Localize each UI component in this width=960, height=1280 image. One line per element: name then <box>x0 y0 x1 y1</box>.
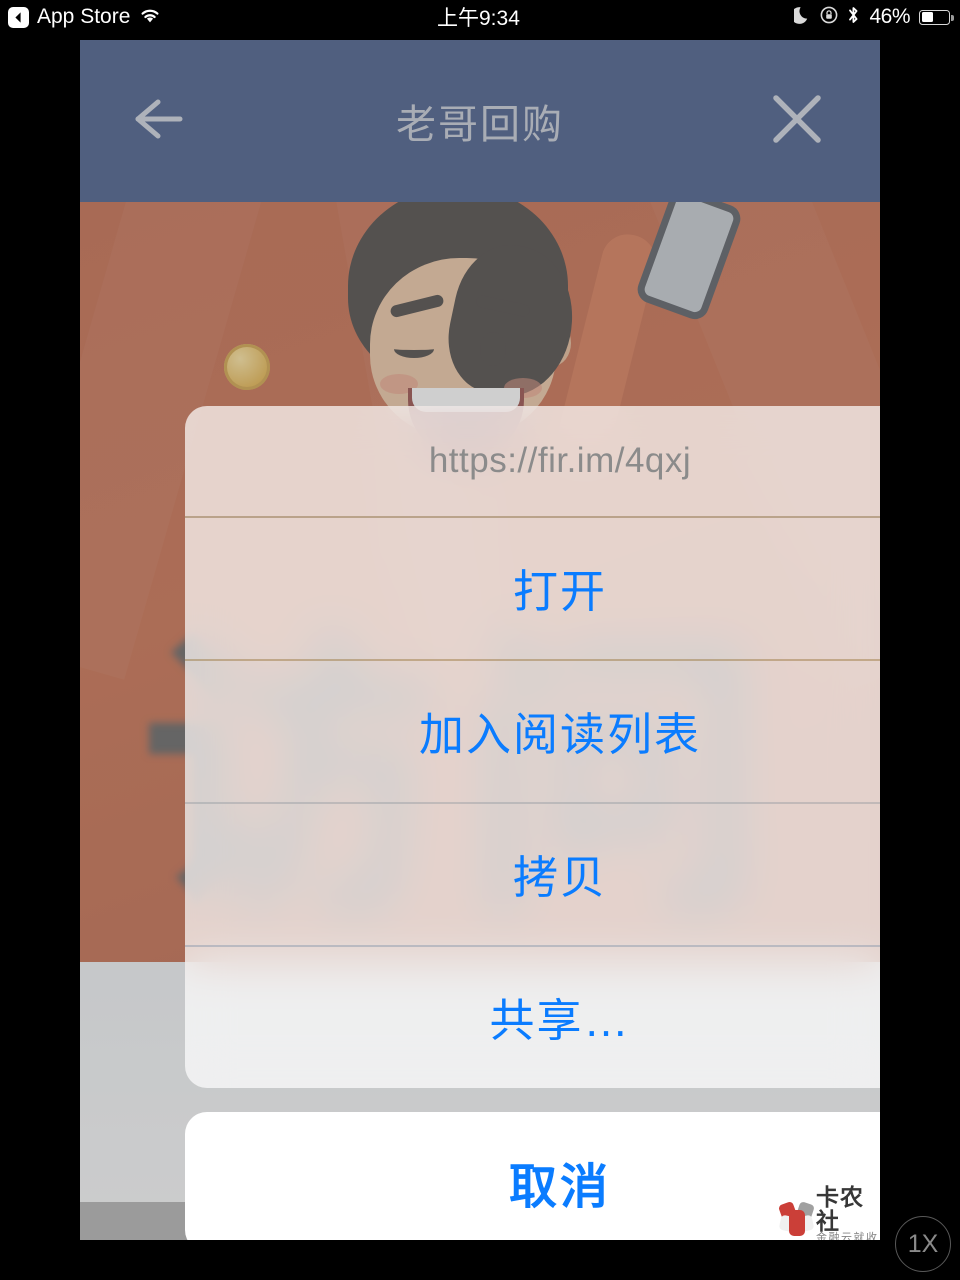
action-sheet-cancel-button[interactable]: 取消 <box>185 1112 880 1240</box>
status-bar-app-name[interactable]: App Store <box>37 5 130 29</box>
status-bar-right: 46% <box>791 5 960 30</box>
bluetooth-icon <box>847 5 860 30</box>
status-bar-left[interactable]: App Store <box>0 5 162 29</box>
site-watermark: 卡农社 金融云就收看 <box>777 1184 880 1240</box>
action-sheet-item-copy[interactable]: 拷贝 <box>185 802 880 945</box>
rotation-lock-icon <box>820 6 838 29</box>
status-bar-clock: 上午9:34 <box>437 7 520 30</box>
moon-icon <box>791 5 811 29</box>
back-to-app-icon[interactable] <box>8 6 29 28</box>
zoom-level-badge[interactable]: 1X <box>895 1216 951 1272</box>
phone-screenshot: App Store 上午9:34 46% 老哥回购 https://fir.im… <box>0 0 960 1280</box>
battery-percent-label: 46% <box>869 5 910 28</box>
watermark-logo-icon <box>777 1200 815 1239</box>
status-bar: App Store 上午9:34 46% <box>0 0 960 34</box>
action-sheet-item-add-to-reading-list[interactable]: 加入阅读列表 <box>185 659 880 802</box>
action-sheet-item-open[interactable]: 打开 <box>185 516 880 659</box>
app-content-frame: 老哥回购 https://fir.im/4qxj 打开 加入阅读列表 拷贝 共享… <box>80 40 880 1240</box>
battery-icon <box>919 9 954 25</box>
action-sheet-item-share[interactable]: 共享… <box>185 945 880 1088</box>
action-sheet: https://fir.im/4qxj 打开 加入阅读列表 拷贝 共享… <box>185 406 880 1088</box>
watermark-subtitle: 金融云就收看 <box>816 1232 879 1240</box>
cancel-label: 取消 <box>508 1161 611 1214</box>
battery-fill <box>921 12 934 22</box>
wifi-icon <box>138 6 162 29</box>
watermark-title: 卡农社 <box>816 1184 865 1235</box>
action-sheet-url-label: https://fir.im/4qxj <box>428 441 692 480</box>
